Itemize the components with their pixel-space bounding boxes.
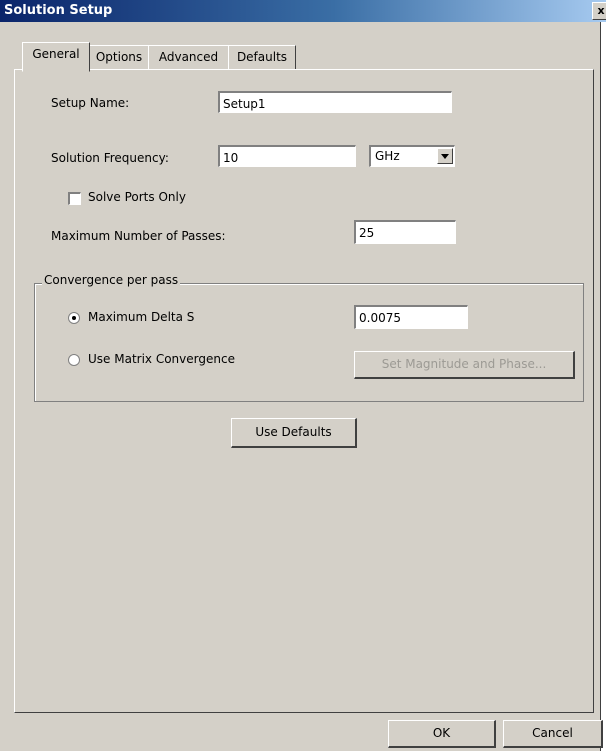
- convergence-groupbox: [34, 283, 584, 402]
- matrix-convergence-label: Use Matrix Convergence: [88, 352, 235, 366]
- solution-setup-dialog: Solution Setup x General Options Advance…: [0, 0, 606, 751]
- convergence-group-title: Convergence per pass: [42, 273, 181, 287]
- solve-ports-only-label: Solve Ports Only: [88, 190, 186, 204]
- solution-frequency-label: Solution Frequency:: [51, 151, 169, 165]
- max-delta-s-input[interactable]: 0.0075: [354, 305, 468, 329]
- solve-ports-only-checkbox[interactable]: [68, 192, 81, 205]
- cancel-button[interactable]: Cancel: [503, 720, 603, 748]
- ok-button[interactable]: OK: [388, 720, 496, 748]
- tab-general[interactable]: General: [22, 42, 90, 72]
- setup-name-input[interactable]: Setup1: [218, 91, 452, 113]
- matrix-convergence-radio[interactable]: [68, 354, 80, 366]
- chevron-down-icon[interactable]: [437, 148, 453, 164]
- set-magnitude-phase-button[interactable]: Set Magnitude and Phase...: [354, 351, 575, 379]
- max-delta-s-label: Maximum Delta S: [88, 310, 195, 324]
- solution-frequency-input[interactable]: 10: [218, 145, 356, 167]
- use-defaults-button[interactable]: Use Defaults: [231, 418, 357, 448]
- setup-name-label: Setup Name:: [51, 96, 130, 110]
- max-delta-s-radio[interactable]: [68, 312, 80, 324]
- tab-general-label: General: [32, 47, 80, 61]
- frequency-unit-value: GHz: [375, 149, 400, 163]
- frequency-unit-select[interactable]: GHz: [369, 145, 455, 167]
- max-passes-label: Maximum Number of Passes:: [51, 229, 226, 243]
- max-passes-input[interactable]: 25: [354, 220, 456, 244]
